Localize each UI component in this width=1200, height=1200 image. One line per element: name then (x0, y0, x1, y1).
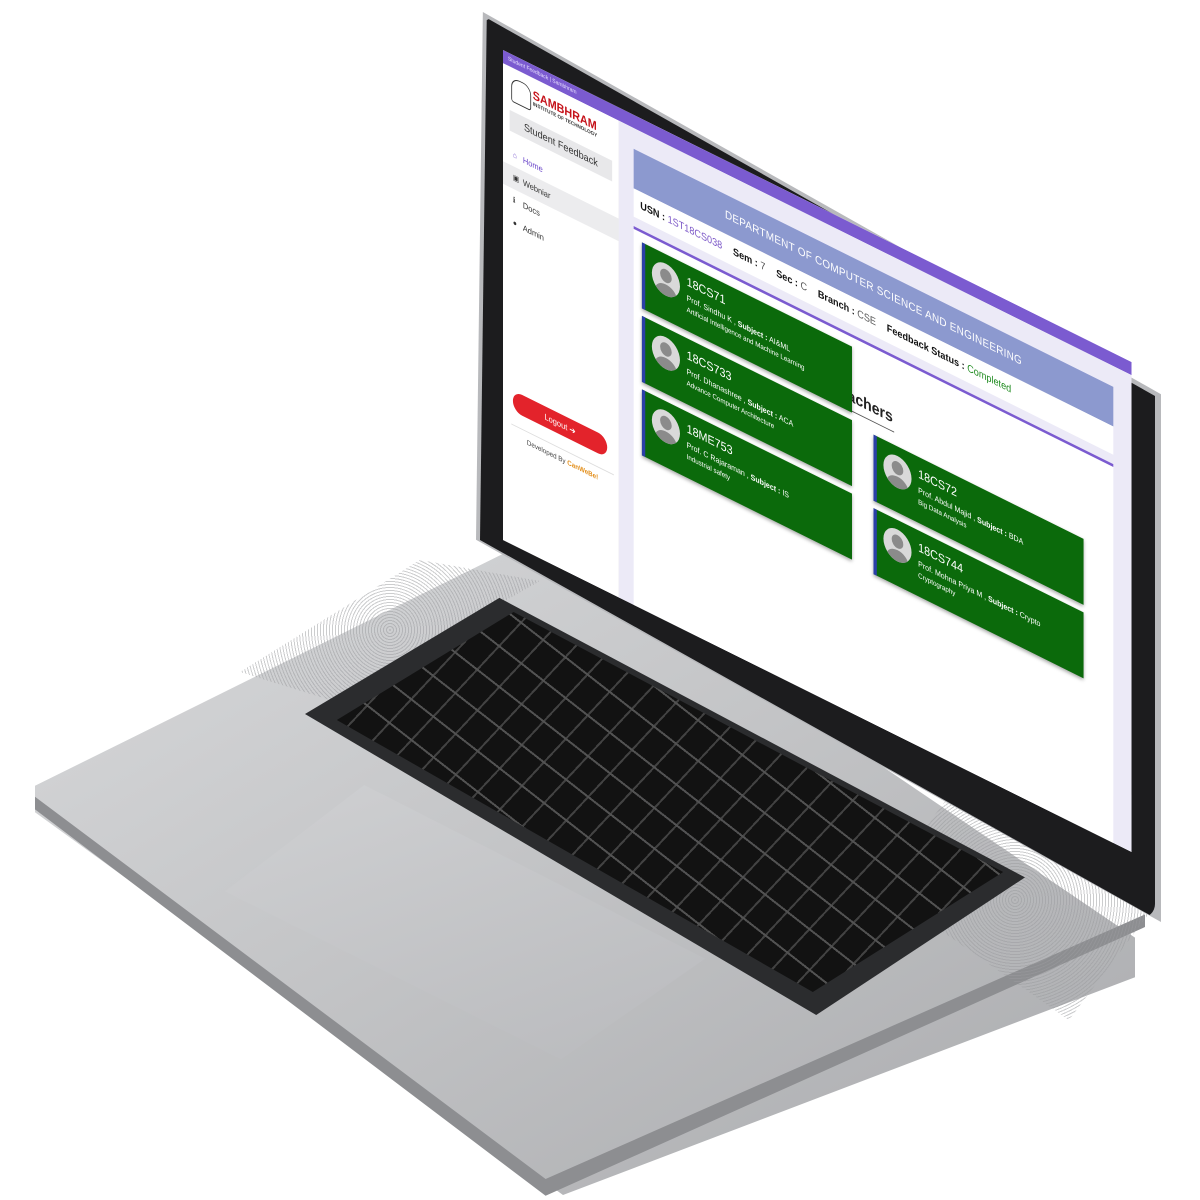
avatar-icon (883, 448, 912, 495)
avatar-icon (651, 330, 680, 377)
subject-label: Subject : (988, 593, 1018, 618)
logout-icon: ➔ (569, 424, 576, 437)
subject-code: IS (782, 487, 789, 501)
sem-value: 7 (760, 259, 766, 274)
teacher-line: Prof. C Rajaraman , Subject : IS (687, 440, 789, 500)
user-icon: ● (512, 217, 517, 229)
subject-code: ACA (778, 412, 794, 429)
sidebar: SAMBHRAM INSTITUTE OF TECHNOLOGY Student… (503, 63, 620, 598)
avatar-icon (883, 522, 912, 569)
info-icon: ℹ (512, 195, 516, 206)
usn-label: USN : (640, 200, 666, 224)
home-icon: ⌂ (512, 150, 517, 161)
branch-value: CSE (857, 307, 877, 329)
college-emblem-icon (511, 76, 532, 112)
avatar-icon (651, 403, 680, 450)
teacher-line: Prof. Sindhu K , Subject : AI&ML (687, 293, 791, 354)
developed-by-prefix: Developed By (526, 437, 566, 466)
subject-code: Crypto (1019, 608, 1041, 629)
subject-label: Subject : (977, 514, 1007, 539)
subject-label: Subject : (750, 471, 781, 496)
sec-label: Sec : (776, 267, 798, 290)
monitor-icon: ▣ (512, 172, 520, 185)
avatar-icon (651, 256, 680, 303)
developer-name[interactable]: CanWeBe! (567, 458, 598, 482)
sec-value: C (800, 279, 808, 295)
sem-label: Sem : (733, 246, 758, 270)
logout-label: Logout (544, 411, 568, 433)
subject-code: BDA (1008, 530, 1024, 547)
